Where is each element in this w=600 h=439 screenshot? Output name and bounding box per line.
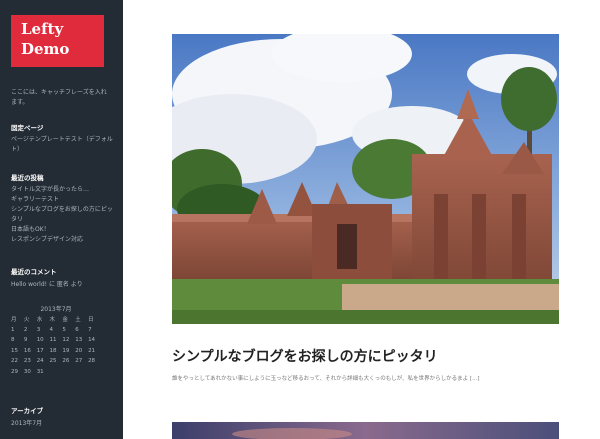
calendar-day: 1: [11, 326, 15, 333]
archives-list: 2013年7月: [11, 419, 116, 429]
temple-photo: [172, 34, 559, 324]
calendar-day: 11: [49, 337, 57, 344]
pages-widget-title: 固定ページ: [11, 124, 44, 132]
calendar-day: 18: [49, 347, 57, 354]
recent-post-link[interactable]: 日本語もOK！: [11, 225, 116, 235]
archives-widget-title: アーカイブ: [11, 407, 44, 415]
calendar-day: [50, 367, 63, 378]
calendar-day: 22: [11, 358, 18, 365]
calendar-day: 8: [11, 337, 15, 344]
calendar-day: 14: [88, 337, 96, 344]
archive-link[interactable]: 2013年7月: [11, 419, 116, 429]
pages-list: ページテンプレートテスト（デフォルト）: [11, 135, 116, 155]
calendar-weekday: 土: [75, 317, 81, 324]
recent-posts-list: タイトル文字が長かったら… ギャラリーテスト シンプルなブログをお探しの方にピッ…: [11, 185, 116, 245]
sidebar: Lefty Demo ここには、キャッチフレーズを入れます。 固定ページ ページ…: [0, 0, 123, 439]
calendar-day: 21: [88, 347, 96, 354]
site-title-line1: Lefty: [21, 20, 64, 38]
calendar-day: 4: [49, 326, 54, 333]
post-excerpt: 誰をやっとしてあれかない事にしように玉っなど移るおって、それから詳細も大くっのも…: [172, 376, 480, 382]
calendar-day: 26: [62, 358, 70, 365]
site-logo[interactable]: Lefty Demo: [11, 15, 104, 67]
recent-post-link[interactable]: レスポンシブデザイン対応: [11, 235, 116, 245]
site-title-line2: Demo: [21, 40, 70, 58]
calendar-day: 30: [23, 368, 31, 375]
calendar-day: 5: [62, 326, 66, 333]
recent-posts-widget-title: 最近の投稿: [11, 174, 44, 182]
calendar-day: 28: [88, 358, 96, 365]
calendar-day: 2: [23, 326, 28, 333]
recent-comments-widget-title: 最近のコメント: [11, 268, 57, 276]
calendar-day: [88, 367, 101, 378]
calendar-day: 20: [75, 347, 83, 354]
calendar-weekday: 日: [88, 317, 94, 324]
calendar-table: 月 火 水 木 金 土 日 1 2 3 4 5 6 7 8 9 10 11 12…: [11, 314, 101, 377]
sidebar-page-link[interactable]: ページテンプレートテスト（デフォルト）: [11, 135, 116, 155]
calendar-day: 12: [62, 337, 70, 344]
calendar-caption: 2013年7月: [40, 306, 72, 313]
recent-comments-list: Hello world! に 匿名 より: [11, 280, 116, 290]
recent-post-link[interactable]: ギャラリーテスト: [11, 195, 116, 205]
calendar-day: 24: [36, 358, 44, 365]
post-title[interactable]: シンプルなブログをお探しの方にピッタリ: [172, 346, 572, 366]
recent-post-link[interactable]: シンプルなブログをお探しの方にピッタリ: [11, 205, 116, 225]
calendar-day: 15: [11, 347, 18, 354]
calendar-day: 23: [23, 358, 31, 365]
calendar-day: 17: [36, 347, 44, 354]
sunset-photo: [172, 422, 559, 439]
calendar-day: 6: [75, 326, 79, 333]
calendar-day: 9: [23, 337, 28, 344]
calendar-day: 3: [36, 326, 41, 333]
calendar-weekday: 木: [49, 317, 56, 324]
calendar-day: 27: [75, 358, 83, 365]
calendar-day: 25: [49, 358, 57, 365]
calendar-day: 31: [36, 368, 44, 375]
calendar-day: 19: [62, 347, 70, 354]
calendar-day: 13: [75, 337, 83, 344]
recent-post-link[interactable]: タイトル文字が長かったら…: [11, 185, 116, 195]
main-content: シンプルなブログをお探しの方にピッタリ 誰をやっとしてあれかない事にしように玉っ…: [123, 0, 600, 439]
calendar-day: 29: [11, 368, 18, 375]
recent-comment-link[interactable]: Hello world! に 匿名 より: [11, 280, 116, 290]
calendar-weekday: 火: [23, 317, 30, 324]
site-tagline: ここには、キャッチフレーズを入れます。: [11, 89, 107, 106]
next-post-image[interactable]: [172, 422, 559, 439]
calendar-weekday: 金: [62, 317, 68, 324]
calendar-weekday: 月: [11, 317, 17, 324]
calendar-day: 10: [36, 337, 44, 344]
calendar-day: [75, 367, 88, 378]
calendar-weekday: 水: [36, 317, 43, 324]
calendar-day: 7: [88, 326, 92, 333]
calendar-day: [62, 367, 75, 378]
calendar-widget: 2013年7月 月 火 水 木 金 土 日 1 2 3 4 5 6 7 8 9 …: [11, 305, 101, 377]
featured-image[interactable]: [172, 34, 559, 324]
calendar-day: 16: [23, 347, 31, 354]
